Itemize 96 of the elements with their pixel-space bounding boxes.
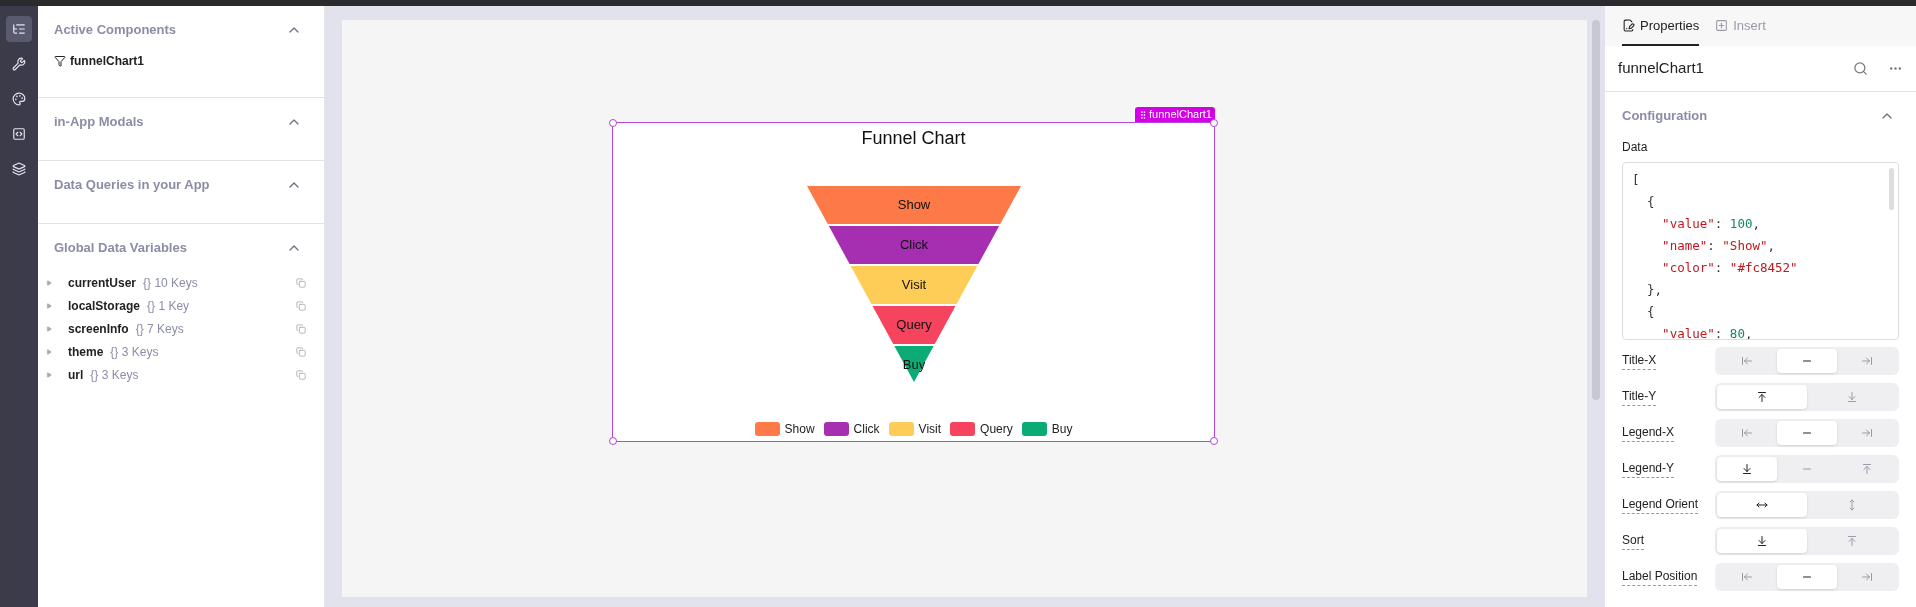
- field-label: Data: [1622, 138, 1648, 156]
- code-file-icon: [12, 127, 26, 141]
- variable-name[interactable]: screenInfo: [68, 320, 129, 338]
- segment-option[interactable]: [1777, 564, 1837, 589]
- align-start-icon: [1741, 570, 1753, 583]
- copy-icon[interactable]: [296, 370, 306, 380]
- variable-name[interactable]: url: [68, 366, 84, 384]
- layers-icon: [12, 162, 26, 176]
- expand-arrow-icon[interactable]: [46, 303, 52, 309]
- resize-handle[interactable]: [1210, 437, 1218, 445]
- arrow-down-to-line-icon: [1741, 462, 1753, 475]
- arrow-up-to-line-icon: [1756, 390, 1768, 403]
- code-line: "value": 100,: [1661, 214, 1760, 233]
- expand-arrow-icon[interactable]: [46, 280, 52, 286]
- funnel-segment[interactable]: [828, 226, 999, 264]
- search-icon[interactable]: [1853, 61, 1868, 76]
- section-title: Global Data Variables: [54, 239, 187, 257]
- scrollbar[interactable]: [1889, 167, 1894, 210]
- setting-label: Title-X: [1622, 351, 1657, 370]
- variable-name[interactable]: localStorage: [68, 297, 141, 315]
- code-editor[interactable]: [ { "value": 100, "name": "Show", "color": "#fc8452" }, { "value": 80,: [1622, 161, 1899, 340]
- variable-summary: {} 1 Key: [147, 298, 190, 315]
- funnel-segment[interactable]: [872, 306, 955, 344]
- segment-option[interactable]: [1717, 384, 1807, 409]
- palette-icon: [12, 92, 26, 106]
- arrow-up-to-line-icon: [1861, 462, 1873, 475]
- code-line: {: [1646, 302, 1655, 321]
- section-title: Configuration: [1622, 107, 1708, 125]
- code-line: "value": 80,: [1661, 324, 1753, 339]
- setting-label: Sort: [1622, 531, 1644, 550]
- variable-name[interactable]: currentUser: [68, 274, 137, 292]
- resize-handle[interactable]: [609, 437, 617, 445]
- code-line: [: [1632, 170, 1640, 189]
- segment-label: Buy: [902, 357, 925, 372]
- chart-title: Funnel Chart: [861, 127, 966, 150]
- align-start-icon: [1741, 426, 1753, 439]
- code-line: {: [1646, 192, 1655, 211]
- tree-icon: [12, 22, 26, 36]
- chart-widget[interactable]: Funnel Chart Show Click Visit Query Buy Show Click Visit Query Buy: [612, 122, 1215, 442]
- segment-label: Click: [899, 237, 928, 252]
- widget-tag[interactable]: funnelChart1: [1135, 107, 1215, 122]
- setting-label: Label Position: [1622, 567, 1698, 586]
- align-start-icon: [1741, 354, 1753, 367]
- align-end-icon: [1861, 570, 1873, 583]
- align-end-icon: [1861, 426, 1873, 439]
- variable-summary: {} 3 Keys: [110, 344, 159, 361]
- segment-label: Show: [897, 197, 930, 212]
- drag-handle-icon: [1138, 109, 1148, 120]
- component-item[interactable]: funnelChart1: [54, 51, 144, 70]
- segment-option[interactable]: [1777, 348, 1837, 373]
- expand-arrow-icon[interactable]: [46, 326, 52, 332]
- funnel-icon: [54, 54, 66, 67]
- arrow-up-to-line-icon: [1846, 534, 1858, 547]
- variable-summary: {} 7 Keys: [135, 321, 184, 338]
- scrollbar[interactable]: [1592, 20, 1600, 400]
- variable-summary: {} 3 Keys: [90, 367, 139, 384]
- copy-icon[interactable]: [296, 278, 306, 288]
- resize-handle[interactable]: [609, 119, 617, 127]
- legend-label[interactable]: Show: [784, 420, 815, 438]
- tools-icon: [12, 57, 26, 71]
- code-line: },: [1646, 280, 1663, 299]
- section-title: Data Queries in your App: [54, 176, 210, 194]
- segment-option[interactable]: [1717, 528, 1807, 553]
- add-icon: [1715, 18, 1729, 32]
- resize-handle[interactable]: [1210, 119, 1218, 127]
- align-end-icon: [1861, 354, 1873, 367]
- legend-label[interactable]: Query: [980, 420, 1013, 438]
- copy-icon[interactable]: [296, 347, 306, 357]
- segment-label: Query: [895, 317, 932, 332]
- copy-icon[interactable]: [296, 324, 306, 334]
- variable-summary: {} 10 Keys: [143, 275, 198, 292]
- section-title: in-App Modals: [54, 113, 144, 131]
- expand-arrow-icon[interactable]: [46, 349, 52, 355]
- legend-label[interactable]: Click: [853, 420, 880, 438]
- legend-label[interactable]: Visit: [918, 420, 942, 438]
- rail-button[interactable]: [6, 16, 32, 42]
- segment-option[interactable]: [1717, 492, 1807, 517]
- segment-label: Visit: [901, 277, 926, 292]
- funnel-segment[interactable]: [893, 346, 934, 382]
- arrow-down-to-line-icon: [1846, 390, 1858, 403]
- segment-option[interactable]: [1717, 456, 1777, 481]
- legend-label[interactable]: Buy: [1051, 420, 1073, 438]
- arrow-down-to-line-icon: [1756, 534, 1768, 547]
- component-name: funnelChart1: [1618, 58, 1704, 79]
- variable-name[interactable]: theme: [68, 343, 104, 361]
- setting-label: Title-Y: [1622, 387, 1657, 406]
- setting-label: Legend-X: [1622, 423, 1675, 442]
- copy-icon[interactable]: [296, 301, 306, 311]
- segment-option[interactable]: [1777, 420, 1837, 445]
- expand-arrow-icon[interactable]: [46, 372, 52, 378]
- setting-label: Legend Orient: [1622, 495, 1699, 514]
- section-title: Active Components: [54, 21, 177, 39]
- code-line: "color": "#fc8452": [1661, 258, 1798, 277]
- edit-icon: [1622, 18, 1635, 32]
- setting-label: Legend-Y: [1622, 459, 1675, 478]
- code-line: "name": "Show",: [1661, 236, 1775, 255]
